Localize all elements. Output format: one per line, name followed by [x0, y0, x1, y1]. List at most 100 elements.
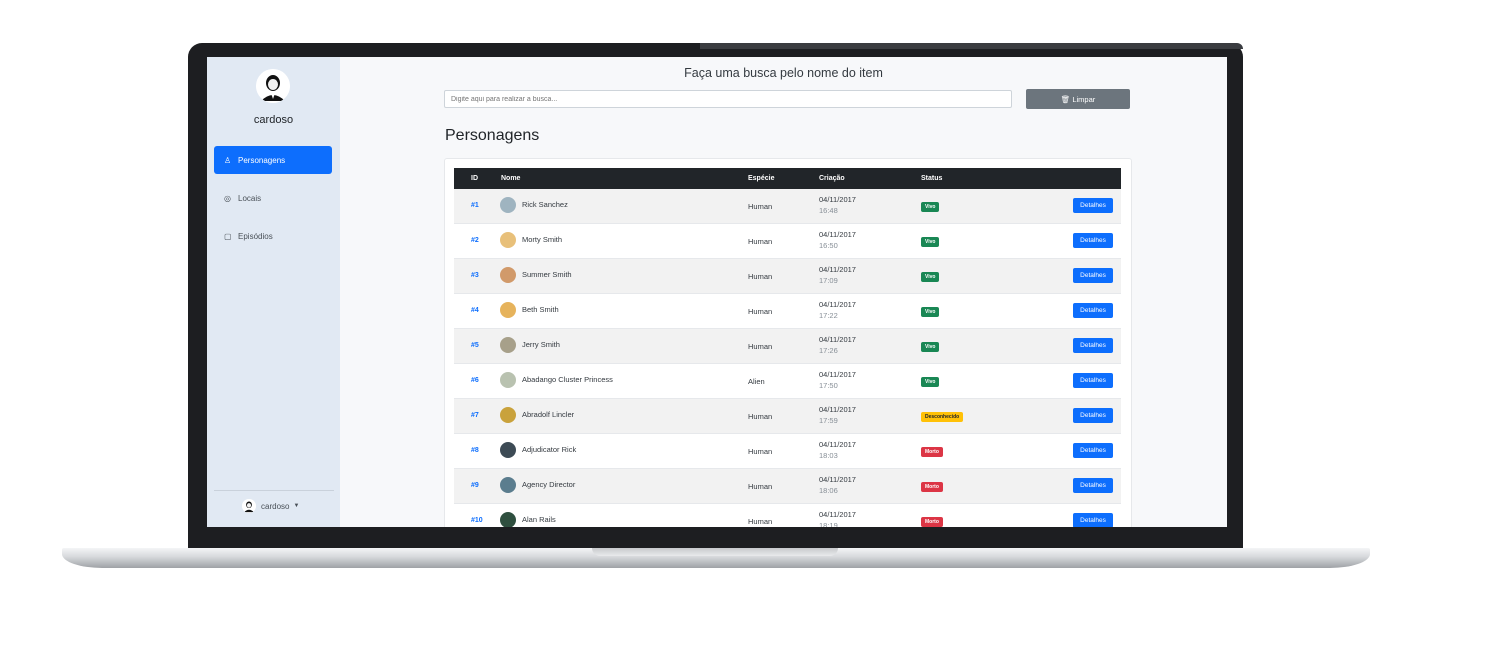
status-badge: Morto [921, 517, 943, 527]
details-button[interactable]: Detalhes [1073, 303, 1113, 318]
sidebar: cardoso ♙ Personagens ◎ Locais ▢ Episódi… [207, 57, 340, 527]
character-avatar [500, 302, 516, 318]
user-menu-label: cardoso [261, 501, 290, 511]
header-id: ID [471, 175, 478, 182]
character-species: Human [748, 412, 773, 421]
clear-button[interactable]: 🗑 Limpar [1026, 89, 1130, 109]
status-badge: Morto [921, 447, 943, 457]
created-date: 04/11/2017 [819, 475, 856, 484]
status-badge: Morto [921, 482, 943, 492]
status-badge: Desconhecido [921, 412, 964, 422]
details-button[interactable]: Detalhes [1073, 233, 1113, 248]
character-name: Rick Sanchez [522, 200, 568, 209]
user-avatar-icon [256, 69, 290, 103]
character-species: Human [748, 342, 773, 351]
table-row: #1 Rick Sanchez Human 04/11/2017 16:48 Vivo De… [454, 189, 1121, 224]
table-row: #3 Summer Smith Human 04/11/2017 17:09 Vivo De… [454, 259, 1121, 294]
status-badge: Vivo [921, 202, 940, 212]
header-name: Nome [501, 175, 521, 182]
created-datetime: 04/11/2017 18:19 [819, 509, 856, 527]
character-species: Human [748, 202, 773, 211]
details-button[interactable]: Detalhes [1073, 198, 1113, 213]
details-button[interactable]: Detalhes [1073, 443, 1113, 458]
row-id: #8 [471, 447, 479, 454]
map-pin-icon: ◎ [224, 193, 231, 203]
sidebar-item-label: Locais [238, 193, 262, 203]
created-datetime: 04/11/2017 16:50 [819, 229, 856, 251]
created-time: 16:50 [819, 241, 838, 250]
sidebar-divider [214, 490, 334, 491]
created-time: 16:48 [819, 206, 838, 215]
created-datetime: 04/11/2017 17:09 [819, 264, 856, 286]
character-avatar [500, 442, 516, 458]
character-name: Abadango Cluster Princess [522, 375, 613, 384]
details-button[interactable]: Detalhes [1073, 373, 1113, 388]
character-species: Human [748, 482, 773, 491]
header-species: Espécie [748, 175, 775, 182]
tv-icon: ▢ [224, 231, 232, 241]
details-button[interactable]: Detalhes [1073, 268, 1113, 283]
character-species: Human [748, 237, 773, 246]
details-button[interactable]: Detalhes [1073, 513, 1113, 527]
created-time: 18:06 [819, 486, 838, 495]
character-avatar [500, 407, 516, 423]
created-time: 17:59 [819, 416, 838, 425]
character-species: Human [748, 447, 773, 456]
created-date: 04/11/2017 [819, 230, 856, 239]
row-id: #1 [471, 202, 479, 209]
status-badge: Vivo [921, 377, 940, 387]
created-date: 04/11/2017 [819, 300, 856, 309]
created-time: 17:26 [819, 346, 838, 355]
row-id: #9 [471, 482, 479, 489]
table-row: #6 Abadango Cluster Princess Alien 04/11/20… [454, 364, 1121, 399]
character-species: Human [748, 272, 773, 281]
created-datetime: 04/11/2017 17:50 [819, 369, 856, 391]
created-time: 17:50 [819, 381, 838, 390]
status-badge: Vivo [921, 342, 940, 352]
character-name: Agency Director [522, 480, 576, 489]
row-id: #3 [471, 272, 479, 279]
table-row: #5 Jerry Smith Human 04/11/2017 17:26 Vivo Det… [454, 329, 1121, 364]
created-datetime: 04/11/2017 17:26 [819, 334, 856, 356]
row-id: #6 [471, 377, 479, 384]
details-button[interactable]: Detalhes [1073, 338, 1113, 353]
created-datetime: 04/11/2017 18:03 [819, 439, 856, 461]
sidebar-item-label: Personagens [238, 155, 286, 165]
characters-table: ID Nome Espécie Criação Status #1 Rick Sa… [454, 168, 1121, 527]
header-status: Status [921, 175, 943, 182]
sidebar-item-personagens[interactable]: ♙ Personagens [214, 146, 332, 174]
person-icon: ♙ [224, 155, 232, 165]
table-header: ID Nome Espécie Criação Status [454, 168, 1121, 189]
character-name: Beth Smith [522, 305, 559, 314]
created-datetime: 04/11/2017 17:59 [819, 404, 856, 426]
sidebar-item-episodios[interactable]: ▢ Episódios [214, 222, 332, 250]
row-id: #10 [471, 517, 483, 524]
user-menu-dropdown[interactable]: cardoso ▼ [242, 499, 299, 513]
status-badge: Vivo [921, 272, 940, 282]
row-id: #7 [471, 412, 479, 419]
sidebar-item-locais[interactable]: ◎ Locais [214, 184, 332, 212]
search-input[interactable] [444, 90, 1012, 108]
table-row: #7 Abradolf Lincler Human 04/11/2017 17:59 De… [454, 399, 1121, 434]
character-name: Morty Smith [522, 235, 563, 244]
created-date: 04/11/2017 [819, 405, 856, 414]
character-species: Alien [748, 377, 765, 386]
created-datetime: 04/11/2017 16:48 [819, 194, 856, 216]
table-row: #2 Morty Smith Human 04/11/2017 16:50 Vivo Det… [454, 224, 1121, 259]
character-name: Alan Rails [522, 515, 556, 524]
character-avatar [500, 232, 516, 248]
table-row: #8 Adjudicator Rick Human 04/11/2017 18:03 Mo… [454, 434, 1121, 469]
character-name: Abradolf Lincler [522, 410, 575, 419]
created-date: 04/11/2017 [819, 335, 856, 344]
details-button[interactable]: Detalhes [1073, 408, 1113, 423]
created-time: 17:09 [819, 276, 838, 285]
created-date: 04/11/2017 [819, 440, 856, 449]
character-avatar [500, 267, 516, 283]
created-time: 18:03 [819, 451, 838, 460]
details-button[interactable]: Detalhes [1073, 478, 1113, 493]
character-avatar [500, 512, 516, 527]
user-avatar-icon [242, 499, 256, 513]
character-species: Human [748, 307, 773, 316]
table-row: #9 Agency Director Human 04/11/2017 18:06 Mor… [454, 469, 1121, 504]
user-avatar[interactable] [256, 69, 290, 103]
